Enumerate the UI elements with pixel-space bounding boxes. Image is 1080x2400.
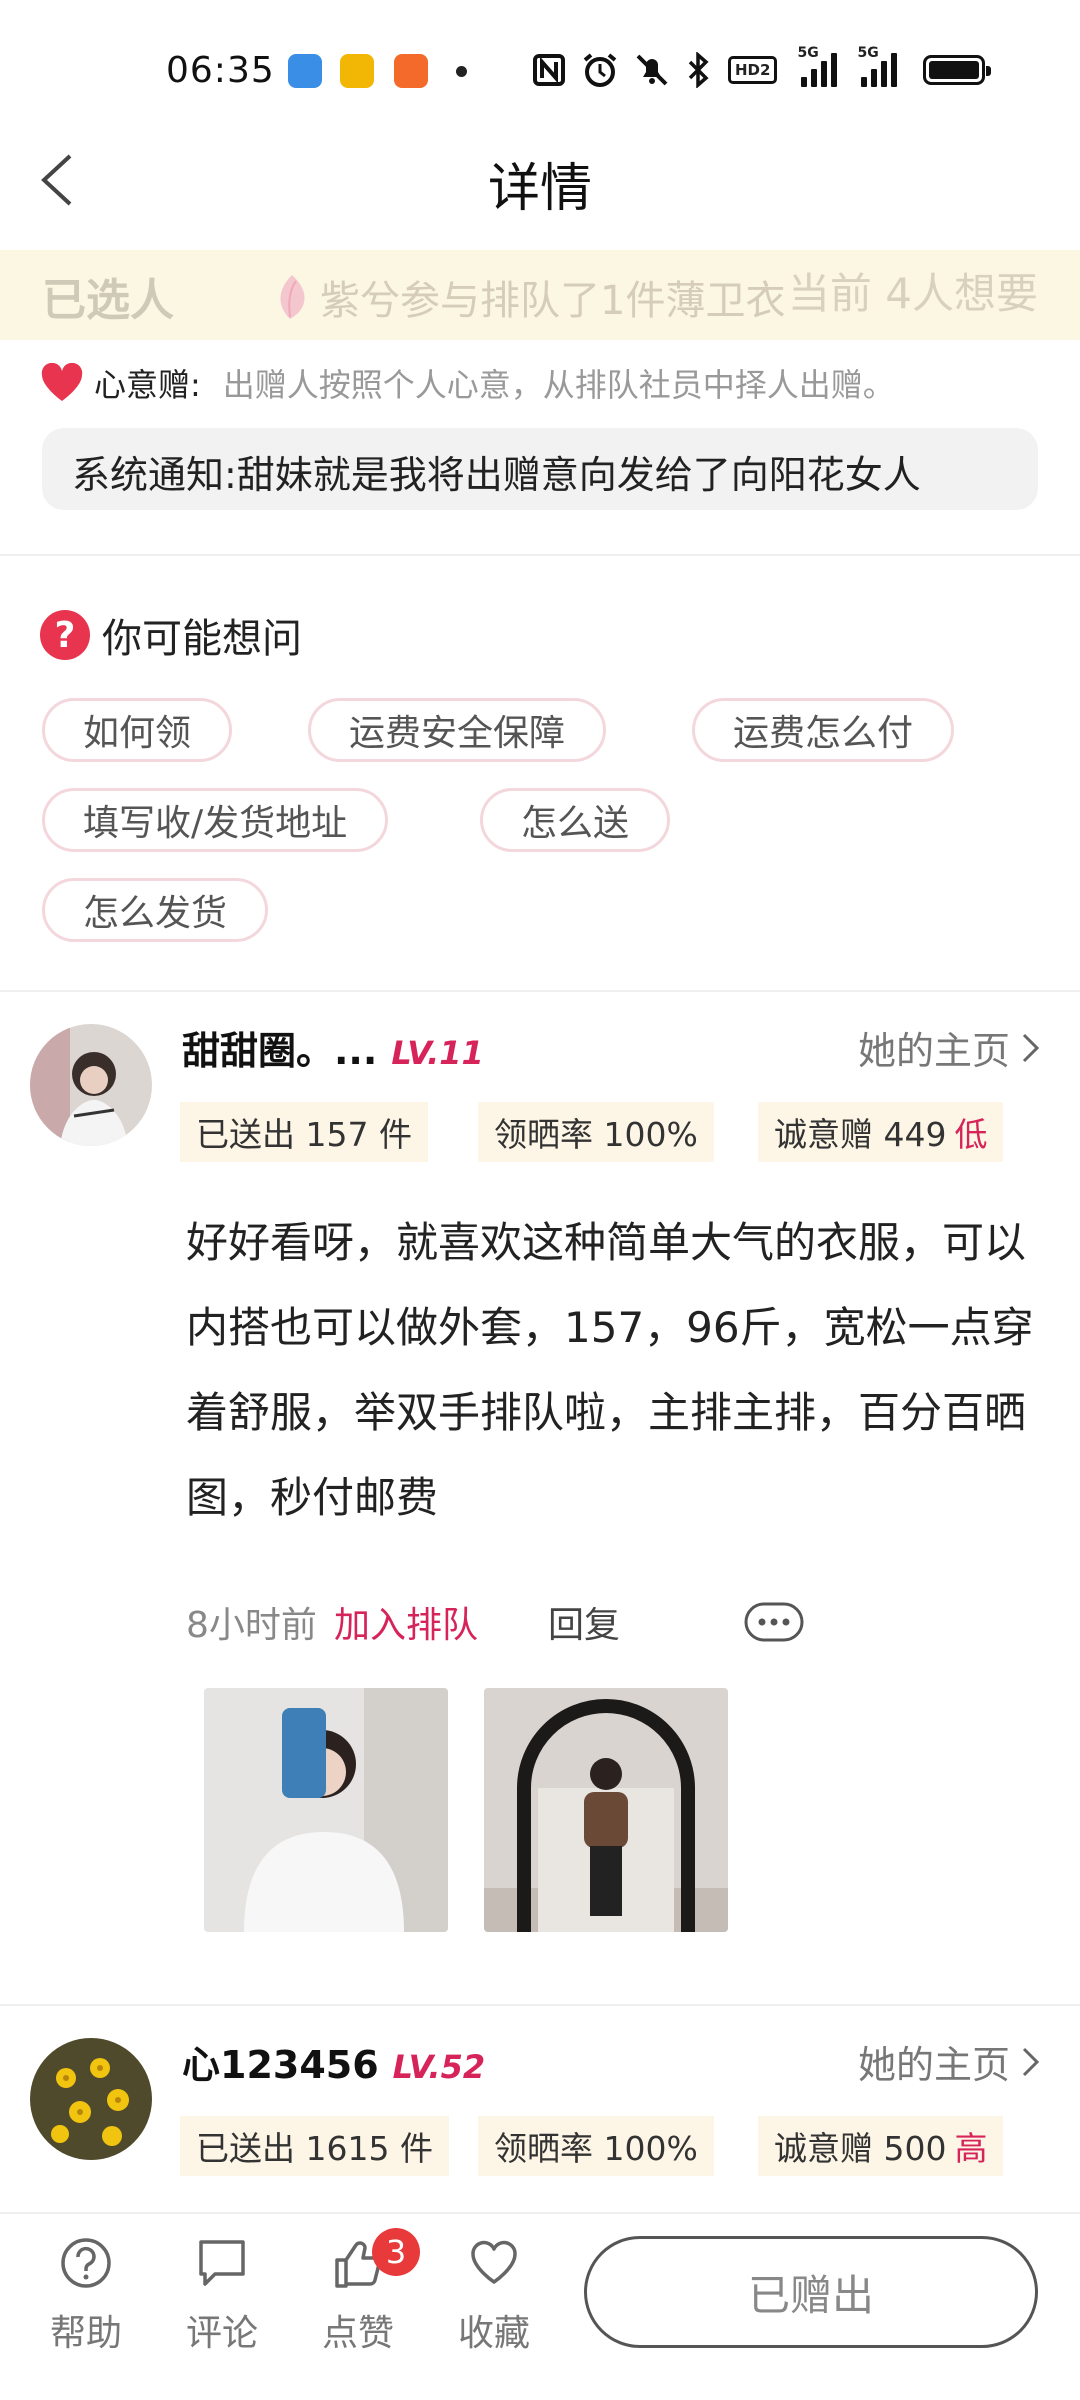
given-button[interactable]: 已赠出 [584, 2236, 1038, 2348]
her-homepage-link[interactable]: 她的主页 [858, 1020, 1042, 1075]
battery-icon [923, 55, 992, 85]
page-title: 详情 [487, 159, 592, 219]
faq-chip[interactable]: 怎么发货 [42, 878, 269, 942]
tab-help[interactable]: 帮助 [26, 2236, 146, 2356]
share-rate-tag: 领晒率 100% [478, 1102, 714, 1162]
status-icons: HD2 5G 5G [532, 45, 992, 92]
faq-chip[interactable]: 运费怎么付 [692, 698, 955, 762]
queue-message: 紫兮参与排队了1件薄卫衣 [270, 268, 785, 326]
app-notification-icon [340, 54, 374, 88]
bluetooth-icon [688, 52, 709, 88]
want-count: 当前 4人想要 [787, 269, 1038, 318]
heart-icon [41, 363, 83, 401]
reply-button[interactable]: 回复 [548, 1596, 620, 1648]
favorite-icon [471, 2240, 517, 2284]
mute-icon [636, 54, 668, 86]
gift-mode-desc: 出赠人按照个人心意，从排队社员中择人出赠。 [222, 366, 895, 404]
faq-chip[interactable]: 如何领 [42, 698, 233, 762]
sincerity-tag: 诚意赠 449 低 [758, 1102, 1004, 1162]
app-notification-icon [394, 54, 428, 88]
like-count-badge: 3 [372, 2228, 420, 2276]
petal-icon [280, 275, 305, 319]
question-icon: ? [40, 610, 90, 660]
status-time: 06:35 [166, 50, 275, 91]
comment-icon [199, 2240, 245, 2286]
divider [0, 554, 1080, 556]
chevron-right-icon [1022, 2047, 1040, 2076]
tab-comment[interactable]: 评论 [162, 2236, 282, 2356]
alarm-icon [583, 53, 617, 87]
help-icon [61, 2238, 111, 2288]
avatar[interactable] [30, 1024, 152, 1146]
comment-photo[interactable] [204, 1688, 448, 1932]
user-name-row[interactable]: 甜甜圈。... LV.11 [182, 1020, 484, 1075]
queue-banner[interactable]: 已选人 紫兮参与排队了1件薄卫衣 当前 4人想要 [0, 250, 1080, 340]
sincerity-level: 高 [954, 2129, 988, 2168]
system-notice: 系统通知:甜妹就是我将出赠意向发给了向阳花女人 [42, 428, 1038, 510]
chevron-right-icon [1022, 1033, 1040, 1062]
signal-icon: 5G [797, 45, 838, 87]
faq-title: ? 你可能想问 [40, 606, 302, 664]
user-name: 甜甜圈。... [182, 1029, 378, 1073]
chosen-label: 已选人 [42, 275, 174, 326]
user-level: LV.52 [392, 2048, 486, 2086]
sent-count-tag: 已送出 1615 件 [180, 2116, 449, 2176]
gift-mode-label: 心意赠: [94, 366, 201, 404]
system-nav-bar [0, 2380, 1080, 2400]
more-notifications-icon [456, 66, 467, 77]
sincerity-level: 低 [954, 1115, 988, 1154]
app-notification-icon [288, 54, 322, 88]
avatar[interactable] [30, 2038, 152, 2160]
share-rate-tag: 领晒率 100% [478, 2116, 714, 2176]
comment-time: 8小时前 [186, 1605, 317, 1646]
divider [0, 2004, 1080, 2006]
join-queue-button[interactable]: 加入排队 [334, 1596, 478, 1648]
user-name: 心123456 [182, 2043, 379, 2087]
user-name-row[interactable]: 心123456 LV.52 [182, 2034, 485, 2089]
hd-icon: HD2 [728, 56, 778, 84]
faq-chip[interactable]: 怎么送 [480, 788, 671, 852]
sent-count-tag: 已送出 157 件 [180, 1102, 428, 1162]
sincerity-tag: 诚意赠 500 高 [758, 2116, 1004, 2176]
more-options-icon[interactable] [744, 1602, 804, 1642]
tab-favorite[interactable]: 收藏 [434, 2236, 554, 2356]
user-level: LV.11 [391, 1034, 484, 1072]
faq-chip[interactable]: 填写收/发货地址 [42, 788, 389, 852]
comment-photo[interactable] [484, 1688, 728, 1932]
her-homepage-link[interactable]: 她的主页 [858, 2034, 1042, 2089]
signal-icon: 5G [857, 45, 898, 87]
faq-chip[interactable]: 运费安全保障 [308, 698, 607, 762]
nfc-icon [533, 54, 565, 86]
divider [0, 990, 1080, 992]
gift-mode-row: 心意赠: 出赠人按照个人心意，从排队社员中择人出赠。 [40, 360, 895, 406]
comment-text: 好好看呀，就喜欢这种简单大气的衣服，可以内搭也可以做外套，157，96斤，宽松一… [186, 1218, 1034, 1522]
